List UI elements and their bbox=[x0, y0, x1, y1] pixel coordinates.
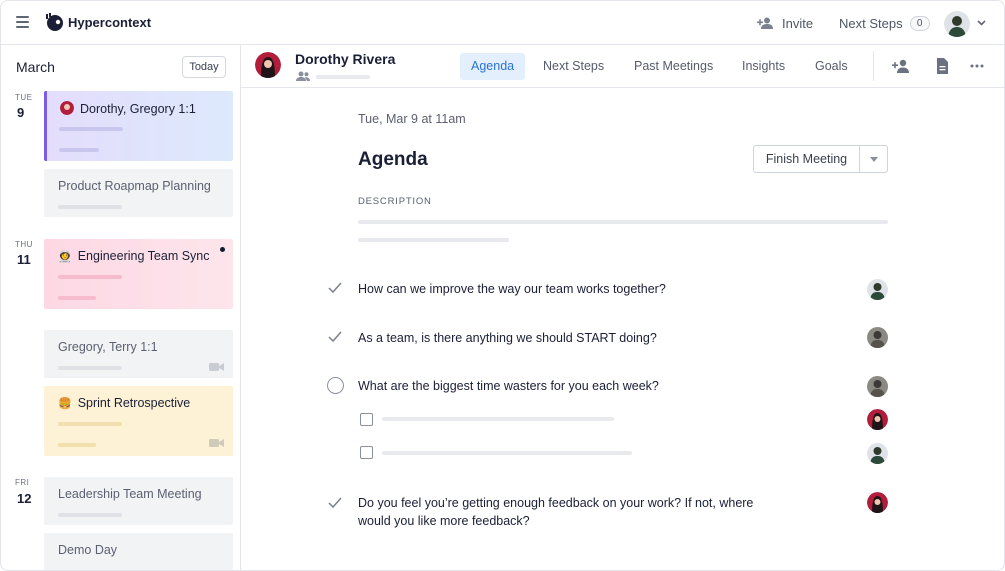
meeting-card-title: Dorothy, Gregory 1:1 bbox=[60, 101, 196, 116]
sub-item-checkbox[interactable] bbox=[360, 413, 373, 426]
placeholder-bar bbox=[58, 513, 122, 517]
placeholder-bar bbox=[316, 75, 370, 79]
avatar bbox=[867, 409, 888, 430]
placeholder-bar bbox=[59, 127, 123, 131]
tab-agenda[interactable]: Agenda bbox=[460, 53, 526, 80]
meeting-emoji: 👩‍🚀 bbox=[58, 251, 72, 263]
hypercontext-logo-icon bbox=[46, 13, 63, 31]
chevron-down-icon[interactable] bbox=[977, 20, 986, 26]
meeting-card[interactable]: 👩‍🚀 Engineering Team Sync bbox=[44, 239, 233, 309]
avatar bbox=[867, 443, 888, 464]
meeting-card-title: Gregory, Terry 1:1 bbox=[58, 340, 158, 354]
meeting-card-title: Demo Day bbox=[58, 543, 118, 557]
sub-item-placeholder bbox=[382, 417, 614, 421]
page-title: Agenda bbox=[358, 149, 428, 170]
placeholder-bar bbox=[58, 366, 122, 370]
meeting-card[interactable]: Gregory, Terry 1:1 bbox=[44, 330, 233, 378]
meeting-title-text: Dorothy, Gregory 1:1 bbox=[80, 102, 196, 116]
checkmark-icon[interactable] bbox=[328, 331, 342, 343]
meeting-card[interactable]: Product Roapmap Planning bbox=[44, 169, 233, 217]
agenda-item-text[interactable]: Do you feel you’re getting enough feedba… bbox=[358, 494, 788, 530]
avatar bbox=[60, 101, 74, 115]
description-placeholder bbox=[358, 238, 509, 242]
today-button[interactable]: Today bbox=[182, 56, 226, 78]
user-avatar[interactable] bbox=[944, 11, 970, 37]
placeholder-bar bbox=[58, 275, 122, 279]
app-window: Hypercontext Invite Next Steps 0 March T… bbox=[0, 0, 1005, 571]
add-person-icon[interactable] bbox=[892, 58, 910, 74]
top-bar: Hypercontext Invite Next Steps 0 bbox=[1, 1, 1004, 45]
day-number: 9 bbox=[17, 105, 25, 120]
day-weekday: THU bbox=[15, 240, 33, 249]
meeting-header: Dorothy Rivera Agenda Next Steps Past Me… bbox=[241, 45, 1004, 88]
divider bbox=[873, 51, 874, 81]
day-number: 12 bbox=[17, 491, 32, 506]
avatar bbox=[867, 279, 888, 300]
meeting-emoji: 🍔 bbox=[58, 398, 72, 410]
next-steps-button[interactable]: Next Steps 0 bbox=[839, 14, 930, 32]
next-steps-count-badge: 0 bbox=[909, 15, 930, 31]
tab-next-steps[interactable]: Next Steps bbox=[532, 53, 615, 80]
meeting-card[interactable]: Leadership Team Meeting bbox=[44, 477, 233, 525]
video-camera-icon bbox=[209, 439, 224, 447]
day-weekday: TUE bbox=[15, 93, 33, 102]
calendar-sidebar: March Today TUE 9 Dorothy, Gregory 1:1 P… bbox=[1, 45, 241, 570]
meeting-title-text: Sprint Retrospective bbox=[77, 396, 191, 410]
day-weekday: FRI bbox=[15, 478, 30, 487]
meeting-card-title: 👩‍🚀 Engineering Team Sync bbox=[58, 249, 210, 263]
avatar bbox=[867, 327, 888, 348]
invite-label: Invite bbox=[782, 15, 814, 31]
meeting-card-title: Product Roapmap Planning bbox=[58, 179, 211, 193]
placeholder-bar bbox=[58, 296, 96, 300]
finish-meeting-button[interactable]: Finish Meeting bbox=[753, 145, 860, 173]
more-options-icon[interactable] bbox=[968, 58, 986, 74]
agenda-item-text[interactable]: As a team, is there anything we should S… bbox=[358, 329, 657, 347]
video-camera-icon bbox=[209, 363, 224, 371]
finish-meeting-group: Finish Meeting bbox=[753, 145, 888, 173]
meeting-card-selected[interactable]: Dorothy, Gregory 1:1 bbox=[44, 91, 233, 161]
placeholder-bar bbox=[58, 205, 122, 209]
description-label: DESCRIPTION bbox=[358, 196, 432, 207]
menu-icon[interactable] bbox=[16, 16, 29, 28]
tab-insights[interactable]: Insights bbox=[731, 53, 796, 80]
tab-past-meetings[interactable]: Past Meetings bbox=[623, 53, 724, 80]
finish-meeting-dropdown[interactable] bbox=[860, 145, 888, 173]
meeting-card-title: 🍔 Sprint Retrospective bbox=[58, 396, 190, 410]
sub-item-checkbox[interactable] bbox=[360, 446, 373, 459]
meeting-date: Tue, Mar 9 at 11am bbox=[358, 112, 466, 126]
incomplete-circle-icon[interactable] bbox=[327, 377, 344, 394]
document-icon[interactable] bbox=[933, 58, 951, 74]
tab-goals[interactable]: Goals bbox=[804, 53, 859, 80]
meeting-card[interactable]: Demo Day bbox=[44, 533, 233, 570]
meeting-title-text: Engineering Team Sync bbox=[77, 249, 210, 263]
caret-down-icon bbox=[870, 157, 878, 162]
avatar bbox=[867, 376, 888, 397]
month-label: March bbox=[16, 59, 55, 75]
agenda-item-text[interactable]: How can we improve the way our team work… bbox=[358, 280, 666, 298]
add-person-icon bbox=[757, 17, 773, 29]
checkmark-icon[interactable] bbox=[328, 282, 342, 294]
agenda-item-text[interactable]: What are the biggest time wasters for yo… bbox=[358, 377, 659, 395]
placeholder-bar bbox=[59, 148, 99, 152]
meeting-partner-name: Dorothy Rivera bbox=[295, 51, 396, 67]
sub-item-placeholder bbox=[382, 451, 632, 455]
placeholder-bar bbox=[58, 443, 96, 447]
meeting-card-title: Leadership Team Meeting bbox=[58, 487, 202, 501]
next-steps-label: Next Steps bbox=[839, 15, 903, 31]
placeholder-bar bbox=[58, 422, 122, 426]
day-number: 11 bbox=[17, 252, 31, 267]
unread-dot bbox=[220, 247, 225, 252]
avatar bbox=[867, 492, 888, 513]
brand-name: Hypercontext bbox=[68, 15, 152, 30]
invite-button[interactable]: Invite bbox=[757, 14, 813, 32]
description-placeholder[interactable] bbox=[358, 220, 888, 224]
avatar bbox=[255, 52, 281, 78]
people-icon bbox=[296, 71, 310, 81]
meeting-card[interactable]: 🍔 Sprint Retrospective bbox=[44, 386, 233, 456]
checkmark-icon[interactable] bbox=[328, 497, 342, 509]
